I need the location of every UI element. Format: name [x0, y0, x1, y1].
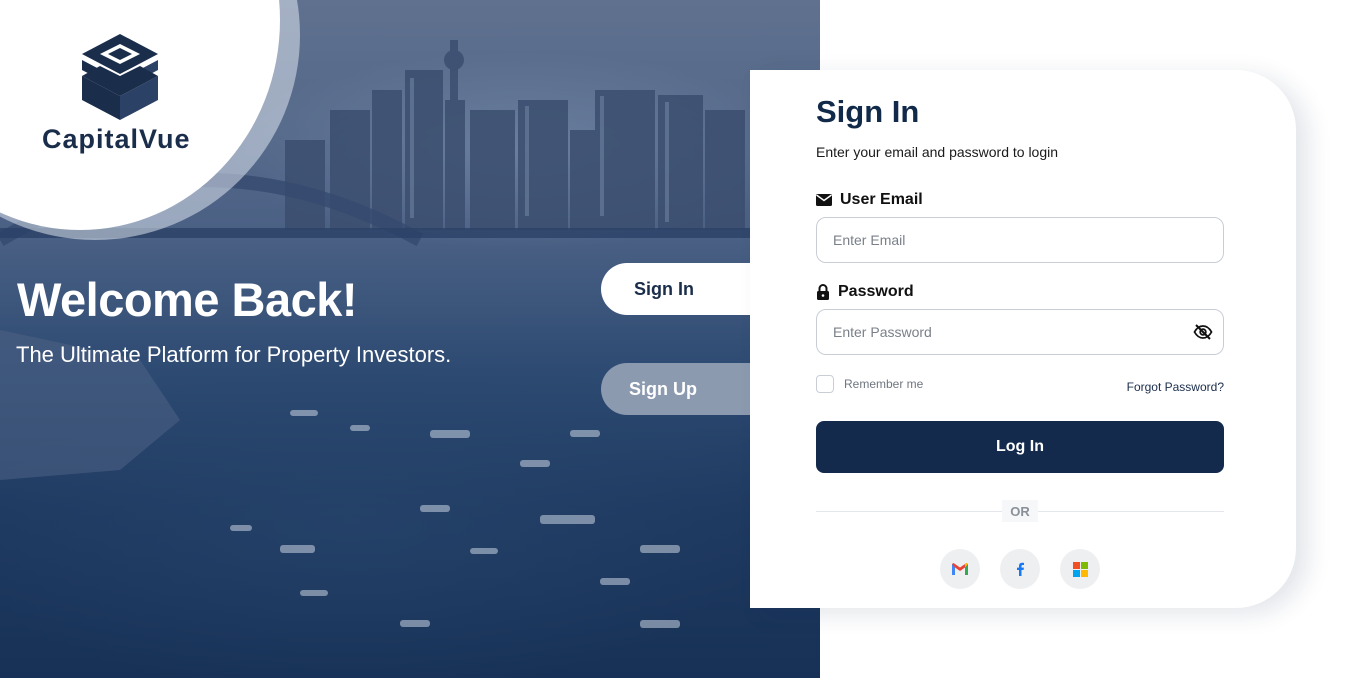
- hero-tagline: The Ultimate Platform for Property Inves…: [16, 342, 452, 367]
- envelope-icon: [816, 194, 832, 206]
- tab-sign-up[interactable]: Sign Up: [601, 363, 751, 415]
- facebook-icon: [1017, 562, 1024, 576]
- capitalvue-logo-icon: [82, 34, 158, 120]
- or-label: OR: [1002, 500, 1038, 522]
- eye-slash-icon[interactable]: [1193, 322, 1213, 342]
- email-placeholder: Enter Email: [833, 232, 906, 248]
- login-card: Sign In Enter your email and password to…: [750, 70, 1296, 608]
- lock-icon: [817, 284, 829, 300]
- login-button[interactable]: Log In: [816, 421, 1224, 473]
- remember-me-checkbox[interactable]: [816, 375, 834, 393]
- password-label: Password: [816, 283, 914, 301]
- password-input[interactable]: Enter Password: [816, 309, 1224, 355]
- forgot-password-link[interactable]: Forgot Password?: [1127, 380, 1224, 394]
- hero-headline: Welcome Back!: [17, 273, 358, 326]
- password-label-text: Password: [838, 283, 914, 300]
- form-subtitle: Enter your email and password to login: [816, 144, 1059, 160]
- hero-panel: CapitalVue Welcome Back! The Ultimate Pl…: [0, 0, 820, 678]
- gmail-icon: [952, 563, 968, 575]
- brand-name: CapitalVue: [42, 124, 191, 154]
- tab-sign-in[interactable]: Sign In: [601, 263, 751, 315]
- remember-me[interactable]: Remember me: [816, 375, 923, 393]
- microsoft-icon: [1072, 561, 1088, 577]
- password-placeholder: Enter Password: [833, 324, 932, 340]
- form-title: Sign In: [816, 94, 920, 129]
- gmail-login-button[interactable]: [940, 549, 980, 589]
- email-input[interactable]: Enter Email: [816, 217, 1224, 263]
- email-label-text: User Email: [840, 191, 923, 208]
- facebook-login-button[interactable]: [1000, 549, 1040, 589]
- microsoft-login-button[interactable]: [1060, 549, 1100, 589]
- email-label: User Email: [816, 191, 923, 209]
- remember-me-label: Remember me: [844, 377, 924, 391]
